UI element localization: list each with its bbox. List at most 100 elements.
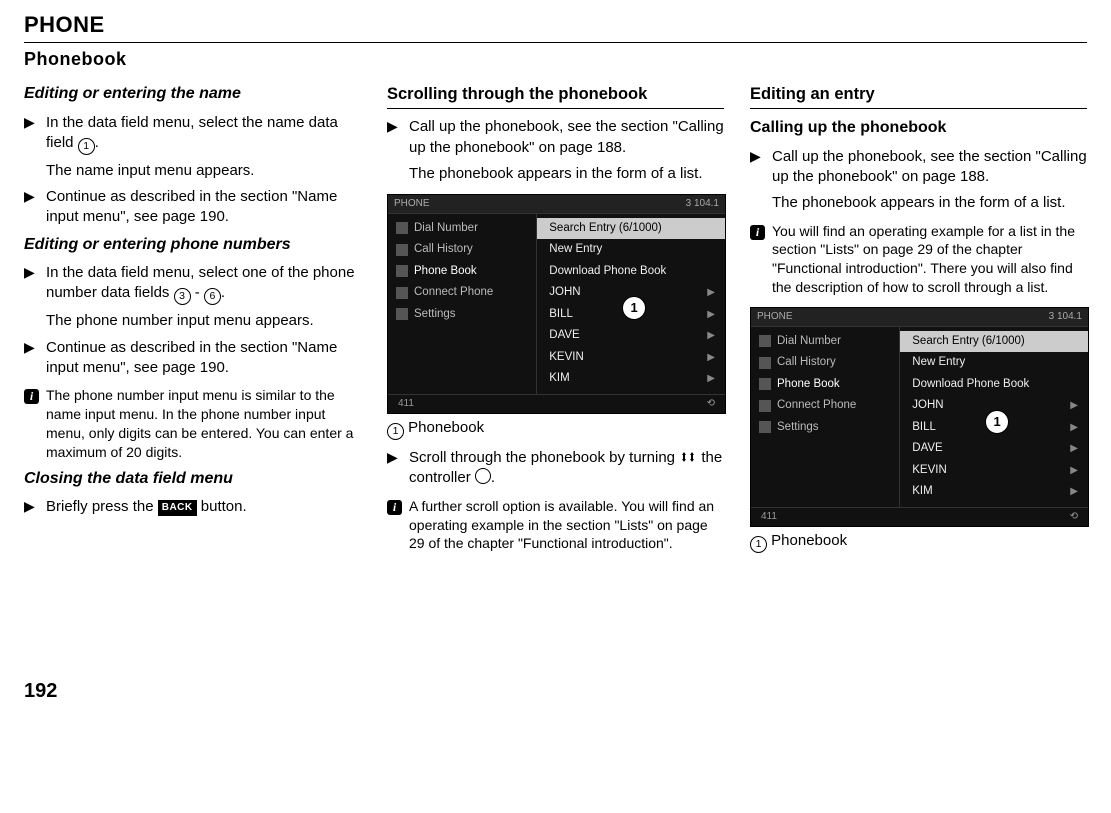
chevron-right-icon: ▶ [707,329,715,343]
step-text: Continue as described in the section "Na… [46,187,361,228]
list-item: New Entry [912,355,965,371]
chevron-right-icon: ▶ [1070,464,1078,478]
back-button-label: BACK [158,500,197,516]
page-title: PHONE [24,10,1087,40]
side-item: Connect Phone [777,398,856,414]
step-text: In the data field menu, select one of th… [46,263,361,332]
heading-editing-numbers: Editing or entering phone numbers [24,234,361,256]
chevron-right-icon: ▶ [707,351,715,365]
list-item: BILL [912,420,936,436]
list-item: Search Entry (6/1000) [912,334,1025,350]
step: ▶ In the data field menu, select the nam… [24,113,361,182]
list-item: KIM [912,484,932,500]
step: ▶ In the data field menu, select one of … [24,263,361,332]
step: ▶ Call up the phonebook, see the section… [750,147,1087,214]
text: . [95,134,99,151]
info-text: A further scroll option is available. Yo… [409,497,724,554]
step-result: The phonebook appears in the form of a l… [772,193,1087,213]
step: ▶ Continue as described in the section "… [24,187,361,228]
info-note: i The phone number input menu is similar… [24,386,361,462]
three-columns: Editing or entering the name ▶ In the da… [24,77,1087,705]
caption-text: Phonebook [771,532,847,549]
circled-number-1-icon: 1 [750,536,767,553]
subheading-calling-up: Calling up the phonebook [750,117,1087,139]
text: Call up the phonebook, see the section "… [772,148,1087,185]
phonebook-screenshot: PHONE 3 104.1 Dial Number Call History P… [387,194,726,414]
side-item: Settings [414,307,456,323]
figure-caption: 1 Phonebook [750,531,1087,553]
screen-status: 3 104.1 [686,197,719,211]
list-item: New Entry [549,242,602,258]
caption-text: Phonebook [408,419,484,436]
step-arrow-icon: ▶ [24,187,46,228]
step-arrow-icon: ▶ [387,117,409,184]
side-item: Connect Phone [414,285,493,301]
chevron-right-icon: ▶ [707,308,715,322]
step-text: Call up the phonebook, see the section "… [409,117,724,184]
step: ▶ Briefly press the BACK button. [24,497,361,517]
list-item: JOHN [549,285,580,301]
step-text: In the data field menu, select the name … [46,113,361,182]
screen-title: PHONE [757,310,793,324]
heading-closing-menu: Closing the data field menu [24,468,361,490]
side-item: Call History [777,355,836,371]
chevron-right-icon: ▶ [1070,485,1078,499]
heading-scrolling: Scrolling through the phonebook [387,83,724,109]
text: Briefly press the [46,498,158,515]
step-arrow-icon: ▶ [24,263,46,332]
bottom-left: 411 [761,510,777,524]
info-icon: i [24,386,46,462]
column-3: Editing an entry Calling up the phoneboo… [750,77,1087,705]
list-item: DAVE [549,328,579,344]
text: Scroll through the phonebook by turning [409,449,679,466]
figure-caption: 1 Phonebook [387,418,724,440]
keypad-icon [759,335,771,347]
phonebook-screenshot: PHONE 3 104.1 Dial Number Call History P… [750,307,1089,527]
side-item: Phone Book [414,264,477,280]
side-item: Settings [777,420,819,436]
step-arrow-icon: ▶ [387,448,409,489]
keypad-icon [396,222,408,234]
back-arrow-icon: ⟲ [1070,510,1078,524]
step-result: The phone number input menu appears. [46,311,361,331]
phone-link-icon [396,287,408,299]
step-text: Scroll through the phonebook by turning … [409,448,724,489]
step-text: Call up the phonebook, see the section "… [772,147,1087,214]
side-item: Dial Number [777,334,841,350]
rotate-up-down-icon [679,449,697,465]
step-arrow-icon: ▶ [24,113,46,182]
list-item: JOHN [912,398,943,414]
book-icon [759,378,771,390]
side-item: Dial Number [414,221,478,237]
controller-knob-icon [475,468,491,484]
heading-editing-name: Editing or entering the name [24,83,361,105]
step-arrow-icon: ▶ [24,338,46,379]
list-item: DAVE [912,441,942,457]
back-arrow-icon: ⟲ [707,397,715,411]
list-item: KIM [549,371,569,387]
info-text: You will find an operating example for a… [772,222,1087,298]
step-result: The name input menu appears. [46,161,361,181]
chevron-right-icon: ▶ [707,286,715,300]
history-icon [759,357,771,369]
text: . [221,284,225,301]
info-text: The phone number input menu is similar t… [46,386,361,462]
info-icon: i [387,497,409,554]
chevron-right-icon: ▶ [1070,399,1078,413]
step: ▶ Continue as described in the section "… [24,338,361,379]
step-text: Briefly press the BACK button. [46,497,361,517]
step-result: The phonebook appears in the form of a l… [409,164,724,184]
chevron-right-icon: ▶ [707,372,715,386]
list-item: Download Phone Book [549,264,666,280]
column-1: Editing or entering the name ▶ In the da… [24,77,361,705]
text: . [491,469,495,486]
text: button. [197,498,247,515]
info-note: i You will find an operating example for… [750,222,1087,298]
circled-number-3-icon: 3 [174,288,191,305]
list-item: Search Entry (6/1000) [549,221,662,237]
side-item: Call History [414,242,473,258]
info-note: i A further scroll option is available. … [387,497,724,554]
bottom-left: 411 [398,397,414,411]
heading-editing-entry: Editing an entry [750,83,1087,109]
step: ▶ Call up the phonebook, see the section… [387,117,724,184]
